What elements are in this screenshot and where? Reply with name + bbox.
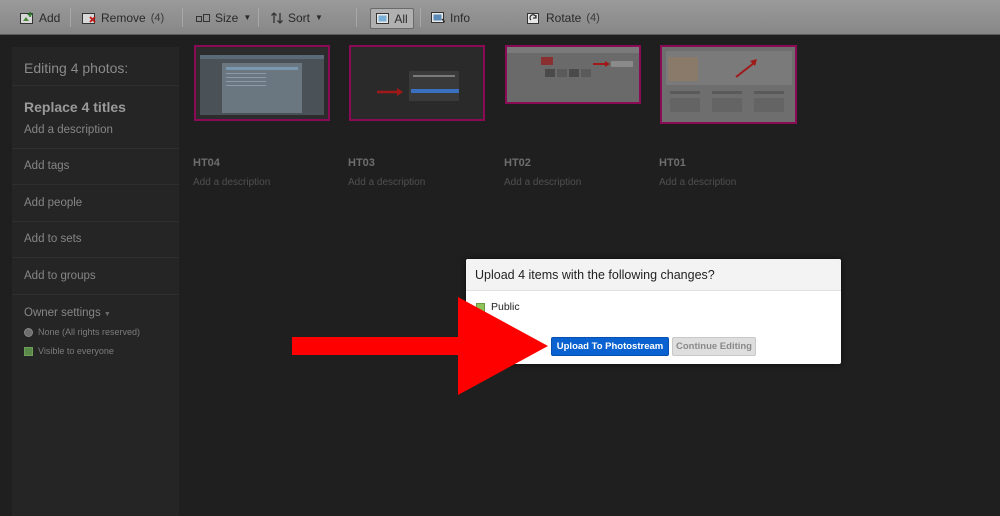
sort-label: Sort: [288, 10, 311, 25]
chevron-down-icon: ▼: [243, 13, 252, 22]
sort-icon: [271, 11, 283, 24]
photo-description-ht04[interactable]: Add a description: [193, 177, 270, 188]
info-button[interactable]: Info: [431, 0, 470, 35]
annotation-arrow-icon: [292, 297, 548, 395]
rotate-count: (4): [586, 11, 600, 24]
remove-button[interactable]: Remove (4): [82, 0, 164, 35]
sidebar-divider: [12, 221, 179, 222]
toolbar: Add Remove (4) Size ▼ Sort ▼ All Info Ro…: [0, 0, 1000, 35]
sidebar-divider: [12, 257, 179, 258]
sort-dropdown[interactable]: Sort ▼: [271, 0, 323, 35]
chevron-down-icon: ▼: [315, 13, 323, 22]
photo-title-ht04[interactable]: HT04: [193, 157, 220, 169]
add-photo-icon: [20, 11, 33, 24]
photo-title-ht03[interactable]: HT03: [348, 157, 375, 169]
remove-label: Remove: [101, 10, 146, 25]
photo-title-ht01[interactable]: HT01: [659, 157, 686, 169]
info-icon: [431, 11, 445, 23]
toolbar-separator: [420, 8, 421, 27]
upload-to-photostream-button[interactable]: Upload To Photostream: [551, 337, 669, 356]
sidebar-item-add-people[interactable]: Add people: [24, 197, 82, 209]
replace-titles-field[interactable]: Replace 4 titles: [24, 99, 126, 115]
chevron-down-icon: ▼: [103, 311, 111, 318]
continue-editing-button[interactable]: Continue Editing: [672, 337, 756, 356]
photo-thumbnail-ht03[interactable]: [349, 45, 485, 121]
add-button[interactable]: Add: [20, 0, 60, 35]
owner-settings-label: Owner settings: [24, 307, 101, 319]
screenshot-thumbnail: [662, 47, 795, 122]
screenshot-thumbnail: [351, 47, 483, 119]
photo-thumbnail-ht02[interactable]: [505, 45, 641, 104]
owner-settings-toggle[interactable]: Owner settings ▼: [24, 307, 111, 319]
visibility-icon: [24, 346, 33, 356]
license-label: None (All rights reserved): [38, 327, 141, 337]
rotate-icon: [527, 12, 539, 24]
toolbar-separator: [258, 8, 259, 27]
photo-description-ht02[interactable]: Add a description: [504, 177, 581, 188]
sidebar-item-add-to-sets[interactable]: Add to sets: [24, 233, 82, 245]
toolbar-separator: [70, 8, 71, 27]
sidebar-divider: [12, 85, 179, 86]
editing-heading: Editing 4 photos:: [24, 60, 129, 76]
dialog-title: Upload 4 items with the following change…: [475, 268, 715, 282]
size-dropdown[interactable]: Size ▼: [196, 0, 251, 35]
toolbar-separator: [356, 8, 357, 27]
screenshot-thumbnail: [196, 47, 328, 119]
select-all-button[interactable]: All: [370, 8, 414, 29]
photo-description-ht01[interactable]: Add a description: [659, 177, 736, 188]
dialog-header: Upload 4 items with the following change…: [466, 259, 841, 291]
size-icon: [196, 13, 210, 22]
size-label: Size: [215, 10, 239, 25]
remove-photo-icon: [82, 12, 96, 24]
photo-title-ht02[interactable]: HT02: [504, 157, 531, 169]
sidebar: Editing 4 photos: Replace 4 titles Add a…: [12, 47, 179, 516]
rotate-button[interactable]: Rotate (4): [527, 0, 600, 35]
photo-thumbnail-ht01[interactable]: [660, 45, 797, 124]
visibility-setting[interactable]: Visible to everyone: [24, 346, 114, 356]
sidebar-item-add-tags[interactable]: Add tags: [24, 160, 69, 172]
select-all-icon: [376, 13, 390, 24]
photo-thumbnail-ht04[interactable]: [194, 45, 330, 121]
toolbar-separator: [182, 8, 183, 27]
add-description-link[interactable]: Add a description: [24, 124, 113, 136]
sidebar-divider: [12, 148, 179, 149]
sidebar-item-add-to-groups[interactable]: Add to groups: [24, 270, 96, 282]
visibility-label: Visible to everyone: [38, 346, 114, 356]
license-setting[interactable]: None (All rights reserved): [24, 327, 140, 337]
license-icon: [24, 327, 33, 337]
sidebar-divider: [12, 294, 179, 295]
photo-description-ht03[interactable]: Add a description: [348, 177, 425, 188]
rotate-label: Rotate: [546, 10, 582, 25]
all-label: All: [394, 11, 408, 26]
remove-count: (4): [150, 11, 165, 24]
add-label: Add: [39, 10, 61, 25]
info-label: Info: [450, 10, 471, 25]
screenshot-thumbnail: [507, 47, 639, 102]
sidebar-divider: [12, 184, 179, 185]
